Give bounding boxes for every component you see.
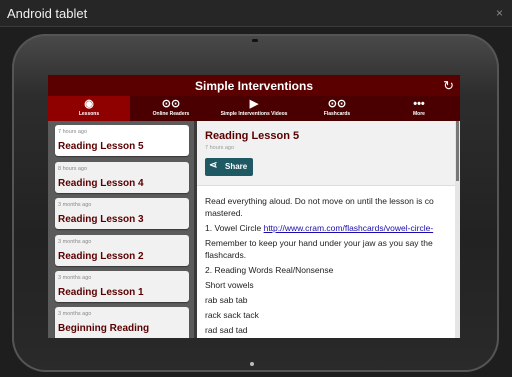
share-icon: ⋖	[209, 160, 218, 171]
detail-scrollbar[interactable]	[455, 121, 460, 338]
lesson-time: 7 hours ago	[58, 129, 88, 135]
window-title: Android tablet	[7, 6, 88, 21]
tab-lessons[interactable]: ◉ Lessons	[48, 96, 130, 121]
tab-label: Online Readers	[152, 111, 190, 117]
body-text: 1. Vowel Circle	[205, 223, 264, 233]
tab-flashcards[interactable]: ⊙⊙ Flashcards	[296, 96, 378, 121]
rss-icon: ◉	[84, 98, 94, 110]
refresh-icon[interactable]: ↻	[443, 78, 454, 94]
lesson-title: Beginning Reading	[58, 323, 150, 334]
app-bar: Simple Interventions ↻	[48, 75, 460, 96]
body-line: rack sack tack	[205, 310, 259, 320]
lesson-title: Reading Lesson 3	[58, 214, 144, 225]
tab-label: Flashcards	[323, 111, 351, 117]
tab-label: Lessons	[78, 111, 100, 117]
share-button[interactable]: ⋖ Share	[205, 158, 253, 176]
body-line: mastered.	[205, 208, 243, 218]
home-indicator	[250, 362, 254, 366]
tab-bar: ◉ Lessons ⊙⊙ Online Readers ▶ Simple Int…	[48, 96, 460, 121]
detail-time: 7 hours ago	[205, 145, 235, 151]
tab-label: More	[413, 111, 425, 117]
lesson-card[interactable]: 3 months ago Beginning Reading	[55, 307, 189, 338]
lesson-time: 3 months ago	[58, 275, 92, 281]
body-line: flashcards.	[205, 250, 247, 260]
lesson-card[interactable]: 3 months ago Reading Lesson 3	[55, 198, 189, 229]
lesson-time: 3 months ago	[58, 202, 92, 208]
lesson-card[interactable]: 3 months ago Reading Lesson 2	[55, 235, 189, 266]
link-icon: ⊙⊙	[161, 98, 181, 110]
tab-more[interactable]: ••• More	[378, 96, 460, 121]
camera-icon	[252, 39, 258, 42]
link-icon: ⊙⊙	[327, 98, 347, 110]
body-line: Read everything aloud. Do not move on un…	[205, 196, 434, 206]
body-line: rad sad tad	[205, 325, 248, 335]
detail-header: Reading Lesson 5 7 hours ago ⋖ Share	[197, 121, 455, 186]
share-label: Share	[225, 162, 248, 171]
tablet-screen: Simple Interventions ↻ ◉ Lessons ⊙⊙ Onli…	[48, 75, 460, 338]
flashcard-link[interactable]: http://www.cram.com/flashcards/vowel-cir…	[264, 223, 434, 233]
scrollbar-thumb[interactable]	[456, 121, 459, 181]
lesson-card[interactable]: 3 months ago Reading Lesson 1	[55, 271, 189, 302]
body-line: Short vowels	[205, 280, 254, 290]
lesson-card[interactable]: 8 hours ago Reading Lesson 4	[55, 162, 189, 193]
lesson-title: Reading Lesson 1	[58, 287, 144, 298]
lesson-list: 7 hours ago Reading Lesson 5 8 hours ago…	[48, 121, 194, 338]
body-line: rab sab tab	[205, 295, 248, 305]
tab-online-readers[interactable]: ⊙⊙ Online Readers	[130, 96, 212, 121]
video-icon: ▶	[249, 98, 259, 110]
window-titlebar: Android tablet ×	[0, 0, 512, 27]
lesson-detail: Reading Lesson 5 7 hours ago ⋖ Share Rea…	[197, 121, 460, 338]
body-line: 2. Reading Words Real/Nonsense	[205, 265, 334, 275]
lesson-title: Reading Lesson 2	[58, 251, 144, 262]
tab-videos[interactable]: ▶ Simple Interventions Videos	[212, 96, 296, 121]
lesson-title: Reading Lesson 4	[58, 178, 144, 189]
close-icon[interactable]: ×	[496, 6, 503, 20]
lesson-time: 3 months ago	[58, 311, 92, 317]
more-dots-icon: •••	[413, 98, 425, 110]
tab-label: Simple Interventions Videos	[220, 111, 288, 117]
lesson-time: 3 months ago	[58, 239, 92, 245]
detail-title: Reading Lesson 5	[205, 130, 300, 142]
body-line: 1. Vowel Circle http://www.cram.com/flas…	[205, 222, 453, 234]
lesson-card[interactable]: 7 hours ago Reading Lesson 5	[55, 125, 189, 156]
lesson-title: Reading Lesson 5	[58, 141, 144, 152]
body-line: Remember to keep your hand under your ja…	[205, 238, 433, 248]
app-title: Simple Interventions	[194, 79, 314, 93]
lesson-time: 8 hours ago	[58, 166, 88, 172]
